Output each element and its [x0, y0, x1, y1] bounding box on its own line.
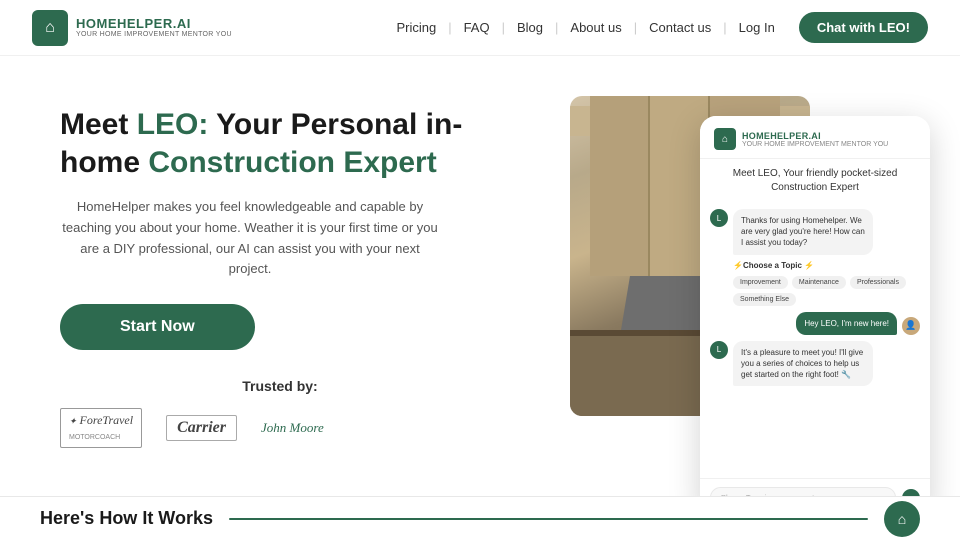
chat-logo-text: HOMEHELPER.AI [742, 131, 888, 141]
bottom-divider-line [229, 518, 868, 520]
main-content: Meet LEO: Your Personal in-home Construc… [0, 56, 960, 496]
chat-body: L Thanks for using Homehelper. We are ve… [700, 203, 930, 478]
trusted-label: Trusted by: [60, 378, 500, 394]
brand-logos: ✦ ForeTravel MOTORCOACH Carrier John Moo… [60, 408, 500, 448]
logo: ⌂ HOMEHELPER.AI YOUR HOME IMPROVEMENT ME… [32, 10, 232, 46]
chip-maintenance[interactable]: Maintenance [792, 276, 846, 289]
carrier-logo: Carrier [166, 415, 237, 441]
chat-logo-icon: ⌂ [714, 128, 736, 150]
chat-card-title: Meet LEO, Your friendly pocket-sized Con… [700, 159, 930, 203]
user-avatar-1: 👤 [902, 317, 920, 335]
logo-main-text: HOMEHELPER.AI [76, 17, 232, 31]
chat-card-header: ⌂ HOMEHELPER.AI YOUR HOME IMPROVEMENT ME… [700, 116, 930, 159]
headline-expert: Construction Expert [148, 146, 436, 179]
chip-professionals[interactable]: Professionals [850, 276, 906, 289]
user-bubble-1: Hey LEO, I'm new here! [796, 312, 897, 335]
choose-topic-label: ⚡Choose a Topic ⚡ [710, 261, 920, 270]
logo-sub-text: YOUR HOME IMPROVEMENT MENTOR YOU [76, 31, 232, 39]
nav-pricing[interactable]: Pricing [388, 20, 444, 35]
chip-something-else[interactable]: Something Else [733, 293, 796, 306]
hero-subtext: HomeHelper makes you feel knowledgeable … [60, 197, 440, 280]
johnmoore-logo: John Moore [261, 420, 324, 436]
chat-card: ⌂ HOMEHELPER.AI YOUR HOME IMPROVEMENT ME… [700, 116, 930, 516]
hero-headline: Meet LEO: Your Personal in-home Construc… [60, 106, 500, 181]
user-message-1: Hey LEO, I'm new here! 👤 [710, 312, 920, 335]
bot-bubble-2: It's a pleasure to meet you! I'll give y… [733, 341, 873, 387]
nav-about[interactable]: About us [562, 20, 629, 35]
bot-message-2: L It's a pleasure to meet you! I'll give… [710, 341, 920, 387]
headline-leo: LEO: [137, 108, 209, 141]
chat-cta-button[interactable]: Chat with LEO! [799, 12, 928, 43]
bot-message-1: L Thanks for using Homehelper. We are ve… [710, 209, 920, 255]
bot-avatar-2: L [710, 341, 728, 359]
bot-bubble-1: Thanks for using Homehelper. We are very… [733, 209, 873, 255]
bottom-home-icon: ⌂ [898, 511, 906, 527]
bottom-circle-icon: ⌂ [884, 501, 920, 537]
hero-right: ⌂ HOMEHELPER.AI YOUR HOME IMPROVEMENT ME… [540, 96, 900, 536]
kitchen-cabinet-1 [590, 96, 650, 276]
logo-text: HOMEHELPER.AI YOUR HOME IMPROVEMENT MENT… [76, 17, 232, 39]
nav-faq[interactable]: FAQ [456, 20, 498, 35]
logo-icon: ⌂ [32, 10, 68, 46]
navbar: ⌂ HOMEHELPER.AI YOUR HOME IMPROVEMENT ME… [0, 0, 960, 56]
hero-left: Meet LEO: Your Personal in-home Construc… [60, 96, 500, 448]
headline-pre: Meet [60, 108, 137, 141]
chat-logo-sub: YOUR HOME IMPROVEMENT MENTOR YOU [742, 141, 888, 148]
how-it-works-title: Here's How It Works [40, 508, 213, 529]
nav-contact[interactable]: Contact us [641, 20, 719, 35]
chip-improvement[interactable]: Improvement [733, 276, 788, 289]
bot-avatar-1: L [710, 209, 728, 227]
nav-links: Pricing | FAQ | Blog | About us | Contac… [388, 12, 928, 43]
chat-logo-text-area: HOMEHELPER.AI YOUR HOME IMPROVEMENT MENT… [742, 131, 888, 148]
start-now-button[interactable]: Start Now [60, 304, 255, 350]
nav-login[interactable]: Log In [731, 20, 783, 35]
foretravel-logo: ✦ ForeTravel MOTORCOACH [60, 408, 142, 448]
chip-row: Improvement Maintenance Professionals So… [710, 276, 920, 306]
bottom-bar: Here's How It Works ⌂ [0, 496, 960, 540]
nav-blog[interactable]: Blog [509, 20, 551, 35]
